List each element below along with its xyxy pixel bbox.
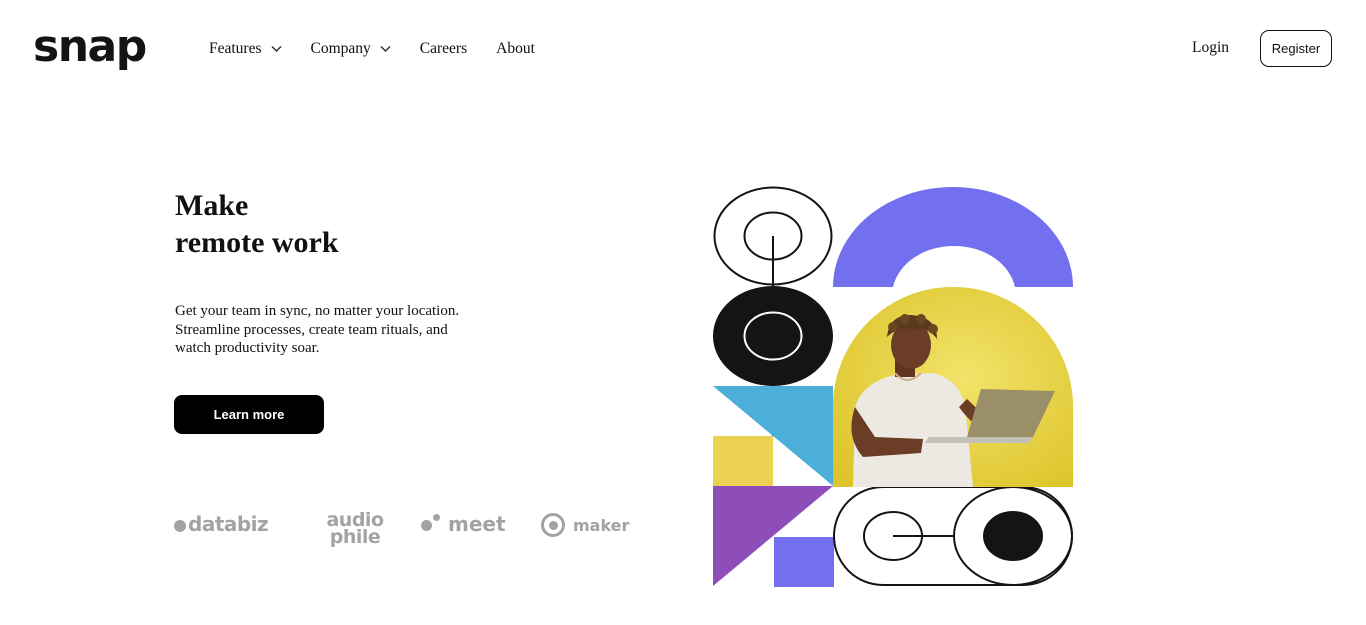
purple-square: [774, 537, 834, 587]
databiz-logo-text: databiz: [188, 512, 269, 536]
snap-logo[interactable]: snap: [33, 22, 147, 72]
nav-company[interactable]: Company: [311, 38, 391, 60]
black-ellipse: [713, 286, 833, 386]
nav-company-label: Company: [310, 40, 371, 57]
databiz-dot-icon: [174, 519, 186, 532]
audiophile-logo-line-2: phile: [329, 526, 381, 548]
maker-logo-text: maker: [573, 515, 630, 535]
hero-title-line-1: Make: [175, 189, 249, 222]
chevron-down-icon: [380, 45, 391, 53]
meet-logo-text: meet: [448, 512, 506, 536]
audiophile-logo: audio phile: [318, 511, 392, 548]
maker-circle-icon: [541, 513, 565, 537]
yellow-square: [713, 436, 773, 486]
login-link[interactable]: Login: [1192, 39, 1229, 57]
teal-triangle: [713, 386, 773, 436]
hero-title-line-2: remote work: [175, 226, 339, 259]
chevron-down-icon: [270, 45, 282, 53]
nav-features[interactable]: Features: [209, 38, 282, 60]
nav-features-label: Features: [209, 40, 262, 57]
meet-dots-icon: [421, 514, 443, 534]
hero-description-line-2: Streamline processes, create team ritual…: [175, 321, 448, 338]
databiz-logo: databiz: [174, 512, 269, 536]
hero-illustration: [705, 180, 1080, 595]
hero-description-line-1: Get your team in sync, no matter your lo…: [175, 303, 460, 319]
nav-careers-label: Careers: [419, 40, 468, 57]
black-dot-bottom: [983, 511, 1043, 561]
meet-logo: meet: [421, 512, 506, 536]
purple-arch: [833, 187, 1073, 287]
main-nav: Features Company Careers About: [209, 38, 564, 60]
nav-about-label: About: [496, 40, 535, 57]
register-button[interactable]: Register: [1260, 30, 1332, 67]
hero-description-line-3: watch productivity soar.: [175, 340, 320, 356]
nav-careers[interactable]: Careers: [420, 38, 467, 60]
maker-logo: maker: [541, 513, 629, 537]
hero-description: Get your team in sync, no matter your lo…: [175, 302, 495, 358]
nav-about[interactable]: About: [496, 38, 535, 60]
learn-more-button[interactable]: Learn more: [174, 395, 324, 434]
hero-title: Make remote work: [175, 187, 339, 261]
